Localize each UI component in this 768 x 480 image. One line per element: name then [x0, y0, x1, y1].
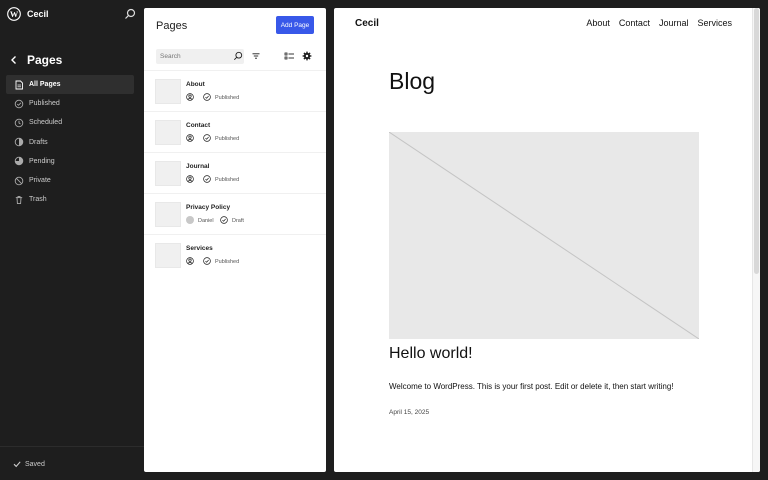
list-item[interactable]: Services Published	[144, 234, 326, 275]
sidebar-item-label: Trash	[29, 196, 47, 204]
preview-nav-about[interactable]: About	[586, 18, 610, 28]
preview-nav-journal[interactable]: Journal	[659, 18, 689, 28]
featured-image-placeholder	[389, 132, 699, 339]
sidebar-item-label: Private	[29, 177, 51, 185]
status-label: Published	[215, 258, 240, 265]
author-icon	[186, 93, 194, 101]
sidebar-item-label: Scheduled	[29, 119, 63, 127]
sidebar-title: Pages	[27, 53, 63, 67]
avatar	[186, 216, 194, 224]
check-icon	[13, 461, 21, 468]
preview-heading: Blog	[389, 68, 436, 94]
published-icon	[203, 175, 211, 183]
draft-icon	[220, 216, 228, 224]
saved-label: Saved	[25, 461, 45, 468]
save-status: Saved	[0, 446, 144, 480]
preview-site-title[interactable]: Cecil	[355, 18, 379, 29]
pages-icon	[15, 80, 23, 90]
site-name[interactable]: Cecil	[27, 9, 49, 19]
pages-panel-title: Pages	[156, 20, 188, 32]
search-field	[156, 49, 244, 64]
list-item[interactable]: About Published	[144, 70, 326, 111]
author-icon	[186, 134, 194, 142]
status-label: Published	[215, 94, 240, 101]
author-icon	[186, 257, 194, 265]
drafts-icon	[14, 137, 24, 147]
sidebar-item-label: Drafts	[29, 138, 48, 146]
sidebar-nav: All Pages Published Scheduled Drafts Pen…	[6, 75, 134, 209]
page-thumbnail[interactable]	[155, 202, 181, 227]
scrollbar-thumb[interactable]	[754, 8, 759, 274]
wordpress-logo-icon[interactable]: W	[7, 7, 21, 21]
preview-navigation: About Contact Journal Services	[586, 18, 732, 28]
list-view-icon[interactable]	[284, 51, 295, 61]
sidebar-item-published[interactable]: Published	[6, 94, 134, 113]
author-icon	[186, 175, 194, 183]
gear-icon[interactable]	[302, 51, 312, 61]
sidebar-item-private[interactable]: Private	[6, 171, 134, 190]
site-preview[interactable]: Cecil About Contact Journal Services Blo…	[334, 8, 760, 472]
page-thumbnail[interactable]	[155, 161, 181, 186]
add-page-button[interactable]: Add Page	[276, 16, 314, 34]
list-item[interactable]: Privacy Policy Daniel Draft	[144, 193, 326, 234]
page-title[interactable]: Privacy Policy	[186, 204, 230, 211]
published-icon	[14, 99, 24, 109]
back-arrow-icon[interactable]	[8, 54, 20, 66]
sidebar-item-trash[interactable]: Trash	[6, 190, 134, 209]
page-title[interactable]: Journal	[186, 163, 209, 170]
site-header: W Cecil	[0, 0, 144, 30]
sidebar-item-label: Published	[29, 100, 60, 108]
status-label: Draft	[232, 217, 244, 224]
pages-list: About Published Contact Published Journa…	[144, 70, 326, 275]
filter-icon[interactable]	[251, 51, 261, 61]
author-name: Daniel	[198, 217, 214, 224]
search-icon[interactable]	[233, 51, 243, 61]
preview-post-title[interactable]: Hello world!	[389, 345, 473, 363]
published-icon	[203, 134, 211, 142]
status-label: Published	[215, 176, 240, 183]
published-icon	[203, 257, 211, 265]
sidebar-item-label: Pending	[29, 157, 55, 165]
sidebar-item-pending[interactable]: Pending	[6, 152, 134, 171]
page-title[interactable]: About	[186, 81, 205, 88]
pages-panel: Pages Add Page About	[144, 8, 326, 472]
sidebar-item-label: All Pages	[29, 81, 61, 89]
page-title[interactable]: Contact	[186, 122, 210, 129]
preview-nav-contact[interactable]: Contact	[619, 18, 650, 28]
search-input[interactable]	[156, 49, 232, 64]
sidebar-item-all-pages[interactable]: All Pages	[6, 75, 134, 95]
trash-icon	[15, 195, 23, 204]
search-icon[interactable]	[124, 8, 136, 20]
page-thumbnail[interactable]	[155, 120, 181, 145]
published-icon	[203, 93, 211, 101]
preview-post-date: April 15, 2025	[389, 409, 430, 416]
page-thumbnail[interactable]	[155, 243, 181, 268]
preview-nav-services[interactable]: Services	[697, 18, 732, 28]
preview-post-excerpt: Welcome to WordPress. This is your first…	[389, 382, 674, 391]
status-label: Published	[215, 135, 240, 142]
pending-icon	[14, 157, 24, 166]
list-item[interactable]: Contact Published	[144, 111, 326, 152]
private-icon	[14, 176, 24, 185]
page-thumbnail[interactable]	[155, 79, 181, 104]
page-title[interactable]: Services	[186, 245, 213, 252]
sidebar: W Cecil Pages All Pages Published Schedu…	[0, 0, 144, 480]
sidebar-item-drafts[interactable]: Drafts	[6, 133, 134, 152]
scheduled-icon	[14, 118, 24, 128]
svg-text:W: W	[10, 10, 19, 19]
sidebar-item-scheduled[interactable]: Scheduled	[6, 113, 134, 132]
list-item[interactable]: Journal Published	[144, 152, 326, 193]
